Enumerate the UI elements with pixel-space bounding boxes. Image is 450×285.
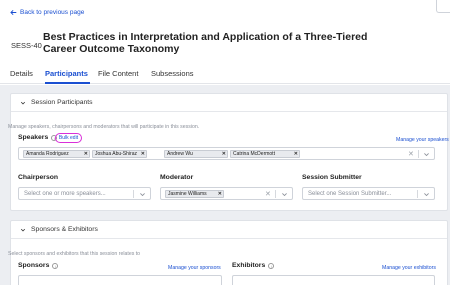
remove-chip-icon[interactable]: ✕ <box>294 151 298 157</box>
chairperson-placeholder: Select one or more speakers... <box>24 191 106 197</box>
chevron-down-icon[interactable] <box>281 191 288 198</box>
manage-exhibitors-link[interactable]: Manage your exhibitors <box>382 265 436 271</box>
remove-chip-icon[interactable]: ✕ <box>222 151 226 157</box>
select-separator <box>275 190 276 198</box>
sponsors-label-text: Sponsors <box>18 262 50 269</box>
tab-file-content[interactable]: File Content <box>98 69 138 78</box>
sponsors-exhibitors-toggle[interactable]: Sponsors & Exhibitors <box>11 221 447 239</box>
info-icon[interactable]: i <box>268 262 275 269</box>
arrow-left-icon <box>10 9 17 16</box>
chip-label: Jasmine Williams <box>168 191 207 197</box>
moderator-label: Moderator <box>160 174 194 181</box>
session-submitter-select[interactable]: Select one Session Submitter... <box>302 187 435 200</box>
session-participants-toggle[interactable]: Session Participants <box>11 94 447 112</box>
clear-icon[interactable]: ✕ <box>265 190 271 198</box>
chip-label: Amanda Rodriguez <box>26 151 69 157</box>
manage-sponsors-link[interactable]: Manage your sponsors <box>168 265 221 271</box>
session-id: SESS-40 <box>11 41 42 50</box>
select-separator <box>418 150 419 158</box>
select-separator <box>417 190 418 198</box>
sponsors-description: Select sponsors and exhibitors that this… <box>8 251 141 257</box>
chevron-down-icon[interactable] <box>423 151 430 158</box>
session-submitter-label: Session Submitter <box>302 174 362 181</box>
exhibitors-label: Exhibitors i <box>232 262 275 269</box>
speakers-label-text: Speakers <box>18 134 49 141</box>
back-link[interactable]: Back to previous page <box>10 9 84 16</box>
remove-chip-icon[interactable]: ✕ <box>84 151 88 157</box>
tab-details[interactable]: Details <box>10 69 33 78</box>
chevron-down-icon[interactable] <box>139 191 146 198</box>
chairperson-label: Chairperson <box>18 174 59 181</box>
select-separator <box>133 190 134 198</box>
exhibitors-label-text: Exhibitors <box>232 262 266 269</box>
chip-label: Joshua Abu-Shiraz <box>95 151 137 157</box>
tab-subsessions[interactable]: Subsessions <box>151 69 194 78</box>
chevron-down-icon <box>20 228 26 231</box>
speaker-chip: Amanda Rodriguez ✕ <box>23 150 90 158</box>
participants-description: Manage speakers, chairpersons and modera… <box>8 124 200 130</box>
back-link-label: Back to previous page <box>20 9 85 16</box>
exhibitors-select[interactable] <box>232 275 435 285</box>
speaker-chip: Joshua Abu-Shiraz ✕ <box>92 150 147 158</box>
clear-icon[interactable]: ✕ <box>408 150 414 158</box>
speakers-select[interactable]: Amanda Rodriguez ✕ Joshua Abu-Shiraz ✕ And… <box>18 147 435 160</box>
chairperson-select[interactable]: Select one or more speakers... <box>18 187 151 200</box>
session-submitter-placeholder: Select one Session Submitter... <box>308 191 392 197</box>
moderator-chip: Jasmine Williams ✕ <box>165 190 224 198</box>
chevron-down-icon[interactable] <box>423 191 430 198</box>
top-bar: Back to previous page <box>0 0 450 30</box>
speakers-label: Speakers i <box>18 134 58 141</box>
section-heading: Session Participants <box>31 99 93 106</box>
tab-participants[interactable]: Participants <box>45 69 88 78</box>
active-tab-indicator <box>45 82 90 84</box>
moderator-select[interactable]: Jasmine Williams ✕ ✕ <box>160 187 293 200</box>
chevron-down-icon <box>20 101 26 104</box>
manage-speakers-link[interactable]: Manage your speakers <box>396 137 449 143</box>
tab-bar: Details Participants File Content Subses… <box>0 67 450 84</box>
speaker-chip: Andrew Wu ✕ <box>164 150 228 158</box>
speaker-chip: Catrina McDermott ✕ <box>230 150 300 158</box>
chip-label: Catrina McDermott <box>233 151 275 157</box>
page-title: Best Practices in Interpretation and App… <box>43 31 368 55</box>
remove-chip-icon[interactable]: ✕ <box>141 151 145 157</box>
sponsors-label: Sponsors i <box>18 262 59 269</box>
chip-label: Andrew Wu <box>167 151 193 157</box>
corner-menu-button[interactable] <box>436 0 450 13</box>
section-heading: Sponsors & Exhibitors <box>31 226 98 233</box>
sponsors-select[interactable] <box>18 275 222 285</box>
info-icon[interactable]: i <box>52 262 59 269</box>
bulk-edit-button[interactable]: Bulk edit <box>55 133 82 143</box>
remove-chip-icon[interactable]: ✕ <box>218 191 222 197</box>
